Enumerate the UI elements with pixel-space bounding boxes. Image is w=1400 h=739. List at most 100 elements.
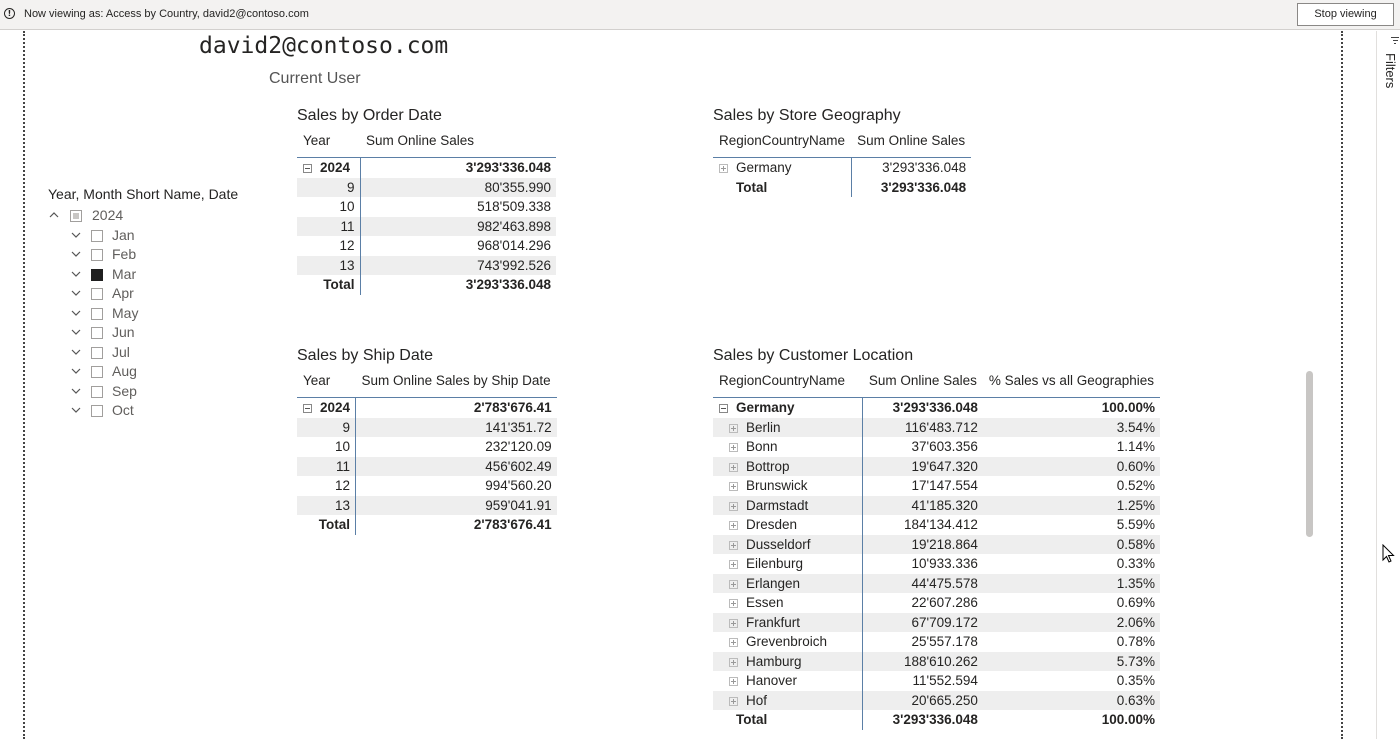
- month-checkbox[interactable]: [91, 405, 103, 417]
- month-checkbox[interactable]: [91, 288, 103, 300]
- month-checkbox[interactable]: [91, 249, 103, 261]
- chevron-down-icon[interactable]: [70, 230, 82, 240]
- expand-icon[interactable]: [729, 423, 738, 433]
- table-row[interactable]: Eilenburg 10'933.336 0.33%: [713, 554, 1160, 574]
- col-header-sum-online-sales[interactable]: Sum Online Sales: [360, 124, 556, 158]
- filters-pane-label[interactable]: Filters: [1383, 53, 1398, 88]
- table-row[interactable]: Erlangen 44'475.578 1.35%: [713, 573, 1160, 593]
- table-row[interactable]: Essen 22'607.286 0.69%: [713, 593, 1160, 613]
- table-row[interactable]: 13 959'041.91: [297, 495, 557, 515]
- month-checkbox[interactable]: [91, 366, 103, 378]
- table-row[interactable]: Hanover 11'552.594 0.35%: [713, 671, 1160, 691]
- expand-icon[interactable]: [729, 638, 738, 648]
- table-row[interactable]: Grevenbroich 25'557.178 0.78%: [713, 632, 1160, 652]
- table-row[interactable]: 9 80'355.990: [297, 177, 556, 197]
- col-header-sum-online-sales[interactable]: Sum Online Sales: [862, 364, 983, 398]
- col-header-region[interactable]: RegionCountryName: [713, 364, 863, 398]
- chevron-down-icon[interactable]: [70, 327, 82, 337]
- expand-icon[interactable]: [729, 501, 738, 511]
- expand-icon[interactable]: [729, 696, 738, 706]
- slicer-item-month[interactable]: Oct: [48, 402, 208, 421]
- month-checkbox[interactable]: [91, 346, 103, 359]
- total-row[interactable]: Total 3'293'336.048 100.00%: [713, 710, 1160, 730]
- expand-icon[interactable]: [729, 657, 738, 667]
- table-row[interactable]: Brunswick 17'147.554 0.52%: [713, 476, 1160, 496]
- month-checkbox[interactable]: [91, 385, 103, 398]
- table-row[interactable]: 12 994'560.20: [297, 476, 557, 496]
- chevron-down-icon[interactable]: [70, 347, 82, 357]
- col-header-sum-online-sales[interactable]: Sum Online Sales: [851, 124, 972, 158]
- country-row[interactable]: Germany 3'293'336.048 100.00%: [713, 397, 1160, 418]
- col-header-year[interactable]: Year: [297, 124, 360, 158]
- customer-location-matrix[interactable]: RegionCountryName Sum Online Sales % Sal…: [713, 364, 1160, 730]
- chevron-down-icon[interactable]: [70, 386, 82, 396]
- chevron-down-icon[interactable]: [70, 249, 82, 259]
- month-checkbox[interactable]: [91, 268, 103, 281]
- table-row[interactable]: Germany 3'293'336.048: [713, 157, 971, 178]
- stop-viewing-button[interactable]: Stop viewing: [1297, 3, 1394, 26]
- table-row[interactable]: Frankfurt 67'709.172 2.06%: [713, 612, 1160, 632]
- expand-icon[interactable]: [729, 618, 738, 628]
- slicer-item-month[interactable]: Feb: [48, 246, 208, 265]
- total-row[interactable]: Total 3'293'336.048: [713, 177, 971, 197]
- slicer-item-month[interactable]: Jul: [48, 344, 208, 363]
- col-header-sum-online-sales-ship[interactable]: Sum Online Sales by Ship Date: [355, 364, 557, 398]
- expand-icon[interactable]: [729, 579, 738, 589]
- col-header-region[interactable]: RegionCountryName: [713, 124, 852, 158]
- col-header-pct-sales[interactable]: % Sales vs all Geographies: [982, 364, 1160, 398]
- ship-date-matrix[interactable]: Year Sum Online Sales by Ship Date 2024 2…: [297, 364, 557, 535]
- table-row[interactable]: Dresden 184'134.412 5.59%: [713, 515, 1160, 535]
- total-row[interactable]: Total 3'293'336.048: [297, 275, 556, 295]
- expand-icon[interactable]: [719, 164, 728, 174]
- month-checkbox[interactable]: [91, 307, 103, 320]
- filters-pane-collapsed[interactable]: Filters: [1376, 31, 1400, 739]
- table-row[interactable]: Hof 20'665.250 0.63%: [713, 690, 1160, 710]
- chevron-up-icon[interactable]: [48, 210, 60, 220]
- store-geo-matrix[interactable]: RegionCountryName Sum Online Sales Germa…: [713, 124, 972, 197]
- table-row[interactable]: Dusseldorf 19'218.864 0.58%: [713, 534, 1160, 554]
- slicer-item-month[interactable]: Jan: [48, 227, 208, 246]
- slicer-item-month[interactable]: Aug: [48, 363, 208, 382]
- expand-icon[interactable]: [729, 677, 738, 687]
- slicer-item-month[interactable]: Mar: [48, 266, 208, 285]
- expand-icon[interactable]: [729, 482, 738, 492]
- table-row[interactable]: 12 968'014.296: [297, 236, 556, 256]
- expand-icon[interactable]: [729, 521, 738, 531]
- table-row[interactable]: Darmstadt 41'185.320 1.25%: [713, 495, 1160, 515]
- year-row[interactable]: 2024 2'783'676.41: [297, 397, 557, 418]
- expand-icon[interactable]: [729, 599, 738, 609]
- year-checkbox[interactable]: [70, 210, 82, 222]
- collapse-icon[interactable]: [303, 164, 312, 174]
- table-row[interactable]: Bonn 37'603.356 1.14%: [713, 437, 1160, 457]
- chevron-down-icon[interactable]: [70, 405, 82, 415]
- table-row[interactable]: 11 982'463.898: [297, 216, 556, 236]
- order-date-matrix[interactable]: Year Sum Online Sales 2024 3'293'336.048 9…: [297, 124, 556, 295]
- expand-icon[interactable]: [729, 540, 738, 550]
- expand-icon[interactable]: [729, 560, 738, 570]
- slicer-item-year[interactable]: 2024: [48, 207, 208, 226]
- table-row[interactable]: 13 743'992.526: [297, 255, 556, 275]
- chevron-down-icon[interactable]: [70, 366, 82, 376]
- table-row[interactable]: Berlin 116'483.712 3.54%: [713, 417, 1160, 437]
- collapse-icon[interactable]: [719, 404, 728, 414]
- expand-icon[interactable]: [729, 462, 738, 472]
- expand-icon[interactable]: [729, 443, 738, 453]
- collapse-icon[interactable]: [303, 404, 312, 414]
- chevron-down-icon[interactable]: [70, 308, 82, 318]
- slicer-item-month[interactable]: Apr: [48, 285, 208, 304]
- table-row[interactable]: 9 141'351.72: [297, 417, 557, 437]
- table-row[interactable]: Hamburg 188'610.262 5.73%: [713, 651, 1160, 671]
- slicer-item-month[interactable]: May: [48, 305, 208, 324]
- month-checkbox[interactable]: [91, 327, 103, 339]
- chevron-down-icon[interactable]: [70, 288, 82, 298]
- table-row[interactable]: 10 232'120.09: [297, 437, 557, 457]
- total-row[interactable]: Total 2'783'676.41: [297, 515, 557, 535]
- month-checkbox[interactable]: [91, 229, 103, 242]
- table-row[interactable]: 10 518'509.338: [297, 197, 556, 217]
- vertical-scrollbar[interactable]: [1306, 371, 1313, 537]
- chevron-down-icon[interactable]: [70, 269, 82, 279]
- slicer-item-month[interactable]: Jun: [48, 324, 208, 343]
- col-header-year[interactable]: Year: [297, 364, 356, 398]
- year-row[interactable]: 2024 3'293'336.048: [297, 157, 556, 178]
- table-row[interactable]: 11 456'602.49: [297, 456, 557, 476]
